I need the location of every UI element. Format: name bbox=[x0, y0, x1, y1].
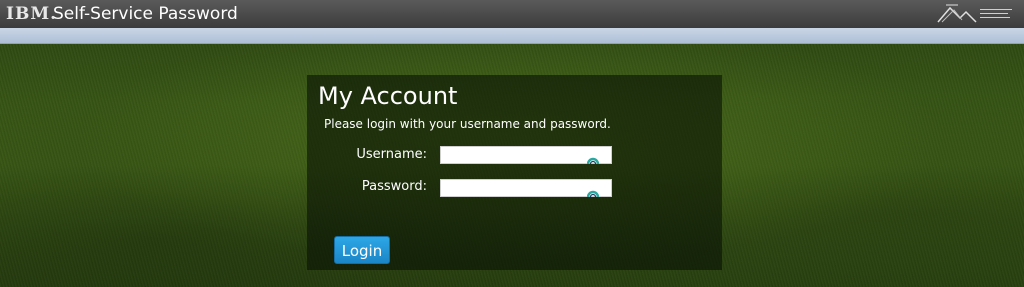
top-bar: IBM. Self-Service Password bbox=[0, 0, 1024, 28]
password-manager-key-icon[interactable] bbox=[586, 183, 600, 198]
password-field-wrapper bbox=[440, 179, 612, 199]
username-label: Username: bbox=[356, 147, 427, 162]
username-input[interactable] bbox=[441, 150, 594, 166]
ibm-logo: IBM. bbox=[6, 4, 58, 24]
grass-background: My Account Please login with your userna… bbox=[0, 44, 1024, 287]
password-input[interactable] bbox=[441, 183, 594, 199]
username-field-wrapper bbox=[440, 146, 612, 166]
header-separator bbox=[0, 28, 1024, 44]
login-button[interactable]: Login bbox=[334, 236, 390, 264]
organization-logo-icon bbox=[936, 2, 1016, 26]
login-instructions: Please login with your username and pass… bbox=[324, 117, 611, 131]
app-title: Self-Service Password bbox=[53, 4, 238, 24]
panel-title: My Account bbox=[318, 82, 458, 110]
password-label: Password: bbox=[361, 179, 427, 194]
password-manager-key-icon[interactable] bbox=[586, 150, 600, 165]
